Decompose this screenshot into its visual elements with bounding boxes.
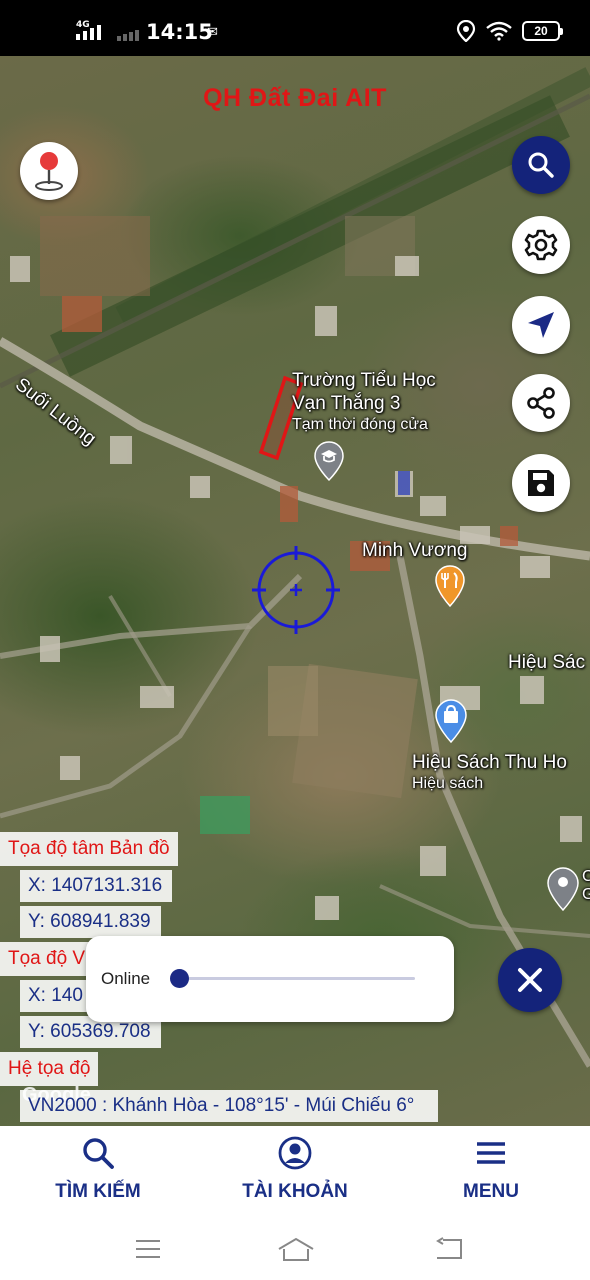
bottom-navigation: TÌM KIẾM TÀI KHOẢN MENU [0,1126,590,1222]
opacity-slider-track[interactable] [178,977,415,980]
restaurant-poi-icon[interactable] [434,564,466,608]
map-center-coord-label: Tọa độ tâm Bản đồ [0,832,178,866]
location-icon [456,20,476,42]
school-name-line1: Trường Tiểu Học [292,370,436,391]
app-title: QH Đất Đai AIT [203,84,387,112]
place-poi-icon[interactable] [546,866,580,912]
gear-icon [524,229,558,261]
signal-4g-icon: 4G [76,20,101,40]
save-button[interactable] [512,454,570,512]
battery-indicator: 20 [522,21,563,41]
nav-search-label: TÌM KIẾM [55,1181,141,1202]
coord-system-label: Hệ tọa độ [0,1052,99,1086]
close-icon [518,968,542,992]
online-label: Online [101,969,151,988]
map-center-x: X: 1407131.316 [20,870,173,902]
second-coord-label: Tọa độ V [0,942,94,976]
close-button[interactable] [498,948,562,1012]
map-pin-icon [35,152,63,191]
signal-weak-icon [117,30,139,41]
home-icon [278,1237,314,1261]
save-icon [528,470,554,496]
settings-button[interactable] [512,216,570,274]
status-time: 14:15 [146,20,213,44]
home-button[interactable] [276,1234,316,1264]
nav-account-label: TÀI KHOẢN [242,1181,348,1202]
bookstore-partial-label: Hiệu Sác [508,652,586,673]
navigation-arrow-icon [528,312,554,338]
right-poi-partial-label: C G [582,868,590,903]
nav-menu[interactable]: MENU [411,1126,571,1222]
wifi-icon [486,21,512,41]
bookstore-category-label: Hiệu sách [412,775,484,792]
recents-button[interactable] [131,1234,165,1264]
drop-pin-button[interactable] [20,142,78,200]
shopping-poi-icon[interactable] [434,698,468,744]
bookstore-name-label: Hiệu Sách Thu Ho [412,752,567,773]
search-button[interactable] [512,136,570,194]
recents-icon [136,1240,160,1258]
svg-text:4G: 4G [76,20,90,30]
nav-account[interactable]: TÀI KHOẢN [215,1126,375,1222]
school-poi-icon[interactable] [313,440,345,482]
nav-search[interactable]: TÌM KIẾM [18,1126,178,1222]
online-layer-panel: Online [86,936,454,1022]
system-navigation-bar [0,1222,590,1280]
opacity-slider-thumb[interactable] [170,969,189,988]
crosshair-icon [252,546,340,634]
restaurant-label: Minh Vương [362,540,468,561]
map-view[interactable]: QH Đất Đai AIT Suối Luồng Trường Tiểu Họ… [0,56,590,1126]
share-button[interactable] [512,374,570,432]
navigate-button[interactable] [512,296,570,354]
nav-menu-label: MENU [463,1181,519,1202]
menu-icon [477,1142,505,1164]
search-icon [83,1138,114,1169]
search-icon [528,152,554,178]
back-button[interactable] [432,1234,466,1264]
back-icon [436,1237,462,1259]
notification-icon: ✉ [207,24,218,39]
school-name-line2: Vạn Thắng 3 [292,393,401,414]
map-center-y: Y: 608941.839 [20,906,161,938]
coord-system-value: VN2000 : Khánh Hòa - 108°15' - Múi Chiếu… [20,1090,439,1122]
second-coord-x: X: 140 [20,980,93,1012]
share-icon [527,387,555,419]
account-icon [278,1136,312,1170]
school-status: Tạm thời đóng cửa [292,416,428,433]
status-bar: 4G 14:15 ✉ 20 [0,0,590,56]
